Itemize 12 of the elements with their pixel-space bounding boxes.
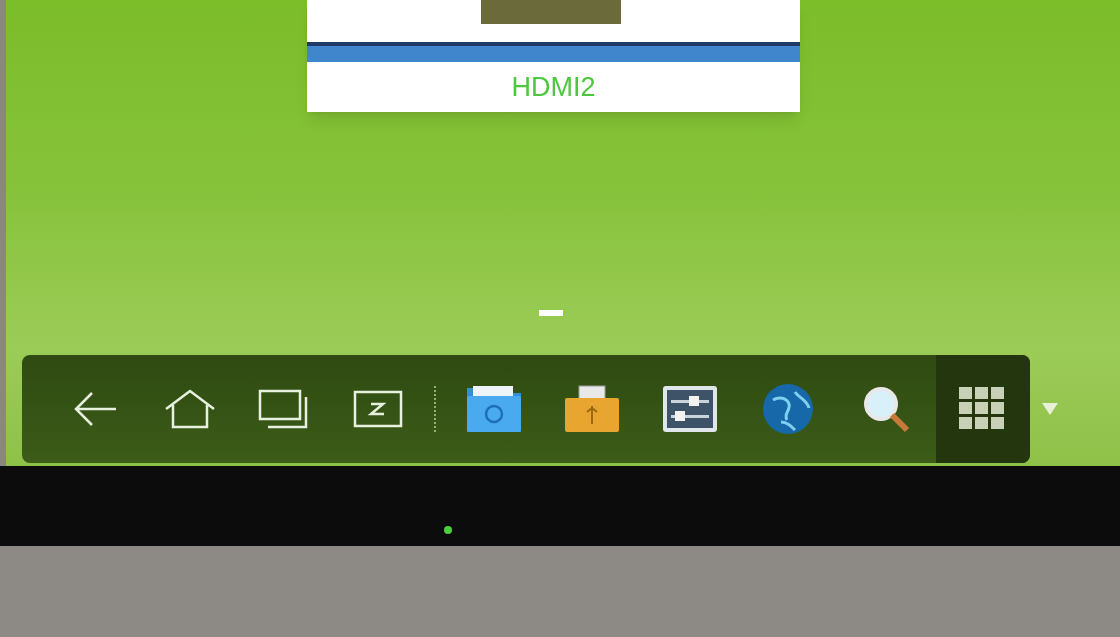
source-label: HDMI2 bbox=[510, 70, 597, 104]
sliders-icon[interactable] bbox=[661, 384, 720, 434]
globe-icon[interactable] bbox=[761, 382, 816, 436]
folder-icon[interactable] bbox=[464, 384, 523, 434]
power-light bbox=[444, 526, 452, 534]
home-icon[interactable] bbox=[163, 389, 216, 429]
usb-folder-icon[interactable] bbox=[562, 384, 621, 434]
handle-mark[interactable] bbox=[539, 310, 563, 316]
search-icon[interactable] bbox=[861, 384, 912, 434]
whiteboard-icon[interactable] bbox=[353, 390, 404, 428]
app-grid-icon bbox=[958, 387, 1007, 431]
launcher-button[interactable] bbox=[935, 355, 1030, 463]
